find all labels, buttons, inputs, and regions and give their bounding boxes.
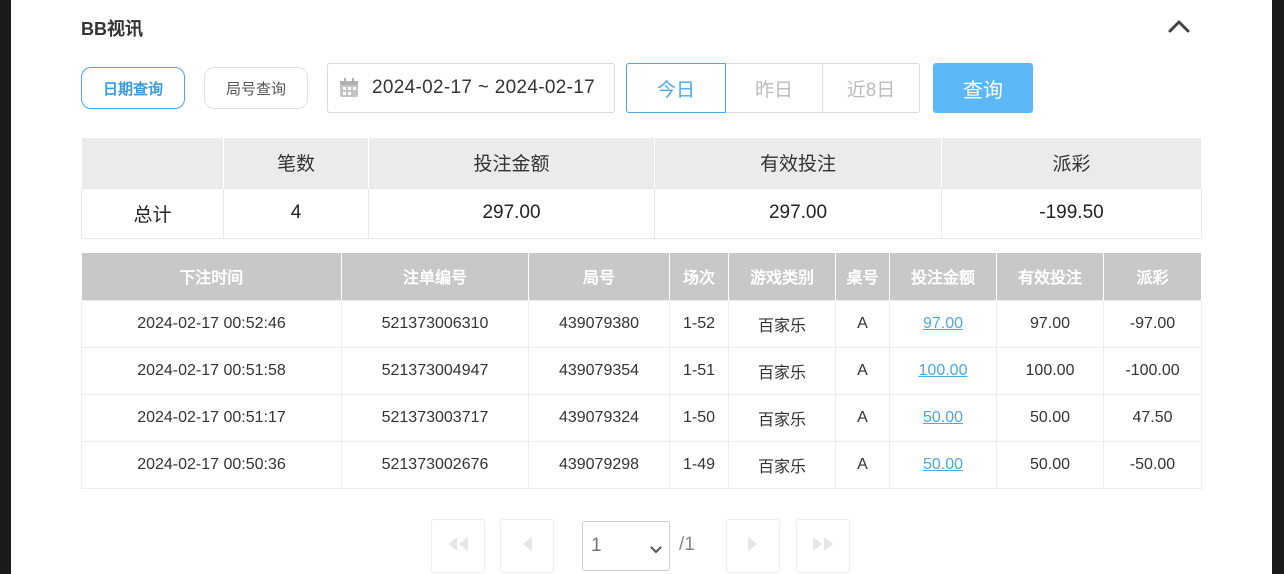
- summary-total-valid: 297.00: [654, 187, 942, 239]
- date-query-tab[interactable]: 日期查询: [81, 67, 185, 109]
- order-no: 521373004947: [341, 346, 529, 395]
- quick-date-group: 今日 昨日 近8日: [626, 63, 920, 113]
- bet-time: 2024-02-17 00:51:58: [81, 346, 342, 395]
- bet-amount-cell: 50.00: [889, 393, 997, 442]
- summary-total-bet: 297.00: [368, 187, 655, 239]
- chevron-right-icon: [746, 535, 760, 558]
- chevron-left-icon: [520, 535, 534, 558]
- table-row: 2024-02-17 00:52:46 521373006310 4390793…: [81, 299, 1202, 348]
- summary-total-label: 总计: [81, 187, 224, 239]
- round-no: 439079354: [528, 346, 670, 395]
- chevron-down-icon: [649, 540, 663, 562]
- details-header-row: 下注时间 注单编号 局号 场次 游戏类别 桌号 投注金额 有效投注 派彩: [81, 253, 1202, 300]
- today-button[interactable]: 今日: [626, 63, 726, 113]
- summary-header-row: 笔数 投注金额 有效投注 派彩: [81, 138, 1202, 188]
- bet-amount-link[interactable]: 97.00: [923, 315, 963, 332]
- prev-page-button[interactable]: [500, 519, 554, 573]
- valid-bet: 50.00: [996, 393, 1104, 442]
- summary-total-count: 4: [223, 187, 369, 239]
- summary-total-row: 总计 4 297.00 297.00 -199.50: [81, 187, 1202, 239]
- table-no: A: [835, 393, 890, 442]
- session: 1-49: [669, 440, 729, 489]
- header-payout: 派彩: [1103, 253, 1202, 300]
- summary-header-payout: 派彩: [941, 138, 1202, 188]
- game-type: 百家乐: [728, 440, 836, 489]
- round-no: 439079324: [528, 393, 670, 442]
- bet-amount-cell: 97.00: [889, 299, 997, 348]
- bet-amount-cell: 50.00: [889, 440, 997, 489]
- game-type: 百家乐: [728, 393, 836, 442]
- summary-header-bet: 投注金额: [368, 138, 655, 188]
- round-no: 439079298: [528, 440, 670, 489]
- query-button[interactable]: 查询: [933, 63, 1033, 113]
- summary-header-valid: 有效投注: [654, 138, 942, 188]
- chevron-up-icon[interactable]: [1165, 14, 1193, 38]
- game-type: 百家乐: [728, 346, 836, 395]
- summary-header-count: 笔数: [223, 138, 369, 188]
- calendar-icon: [338, 77, 360, 99]
- header-bet-amount: 投注金额: [889, 253, 997, 300]
- valid-bet: 100.00: [996, 346, 1104, 395]
- header-table-no: 桌号: [835, 253, 890, 300]
- header-bet-time: 下注时间: [81, 253, 342, 300]
- header-round-no: 局号: [528, 253, 670, 300]
- bet-amount-link[interactable]: 50.00: [923, 456, 963, 473]
- summary-table: 笔数 投注金额 有效投注 派彩 总计 4 297.00 297.00 -199.…: [81, 138, 1202, 239]
- header-valid-bet: 有效投注: [996, 253, 1104, 300]
- bet-amount-link[interactable]: 100.00: [919, 362, 968, 379]
- last-page-button[interactable]: [796, 519, 850, 573]
- header-order-no: 注单编号: [341, 253, 529, 300]
- bet-amount-link[interactable]: 50.00: [923, 409, 963, 426]
- date-range-picker[interactable]: 2024-02-17 ~ 2024-02-17: [327, 63, 615, 113]
- order-no: 521373002676: [341, 440, 529, 489]
- double-chevron-right-icon: [810, 535, 836, 558]
- game-type: 百家乐: [728, 299, 836, 348]
- header-session: 场次: [669, 253, 729, 300]
- session: 1-52: [669, 299, 729, 348]
- session: 1-50: [669, 393, 729, 442]
- next-page-button[interactable]: [726, 519, 780, 573]
- payout: -50.00: [1103, 440, 1202, 489]
- page-total: /1: [679, 534, 695, 555]
- payout: -97.00: [1103, 299, 1202, 348]
- last-8-days-button[interactable]: 近8日: [822, 63, 920, 113]
- bet-time: 2024-02-17 00:50:36: [81, 440, 342, 489]
- valid-bet: 97.00: [996, 299, 1104, 348]
- page-select[interactable]: 1: [582, 521, 670, 571]
- summary-header-blank: [81, 138, 224, 188]
- table-no: A: [835, 346, 890, 395]
- summary-total-payout: -199.50: [941, 187, 1202, 239]
- table-row: 2024-02-17 00:50:36 521373002676 4390792…: [81, 440, 1202, 489]
- table-no: A: [835, 440, 890, 489]
- table-row: 2024-02-17 00:51:17 521373003717 4390793…: [81, 393, 1202, 442]
- order-no: 521373003717: [341, 393, 529, 442]
- first-page-button[interactable]: [431, 519, 485, 573]
- payout: -100.00: [1103, 346, 1202, 395]
- date-range-value: 2024-02-17 ~ 2024-02-17: [372, 77, 595, 98]
- table-no: A: [835, 299, 890, 348]
- round-no: 439079380: [528, 299, 670, 348]
- bet-details-table: 下注时间 注单编号 局号 场次 游戏类别 桌号 投注金额 有效投注 派彩 202…: [81, 253, 1202, 489]
- bet-time: 2024-02-17 00:51:17: [81, 393, 342, 442]
- valid-bet: 50.00: [996, 440, 1104, 489]
- table-row: 2024-02-17 00:51:58 521373004947 4390793…: [81, 346, 1202, 395]
- order-no: 521373006310: [341, 299, 529, 348]
- payout: 47.50: [1103, 393, 1202, 442]
- round-query-tab[interactable]: 局号查询: [204, 67, 308, 109]
- section-title: BB视讯: [81, 19, 143, 39]
- bb-video-panel: BB视讯 日期查询 局号查询 2024-02-17 ~ 2024-02-17 今…: [11, 0, 1272, 574]
- yesterday-button[interactable]: 昨日: [725, 63, 823, 113]
- double-chevron-left-icon: [445, 535, 471, 558]
- session: 1-51: [669, 346, 729, 395]
- bet-time: 2024-02-17 00:52:46: [81, 299, 342, 348]
- header-game-type: 游戏类别: [728, 253, 836, 300]
- page-select-value: 1: [591, 535, 602, 556]
- bet-amount-cell: 100.00: [889, 346, 997, 395]
